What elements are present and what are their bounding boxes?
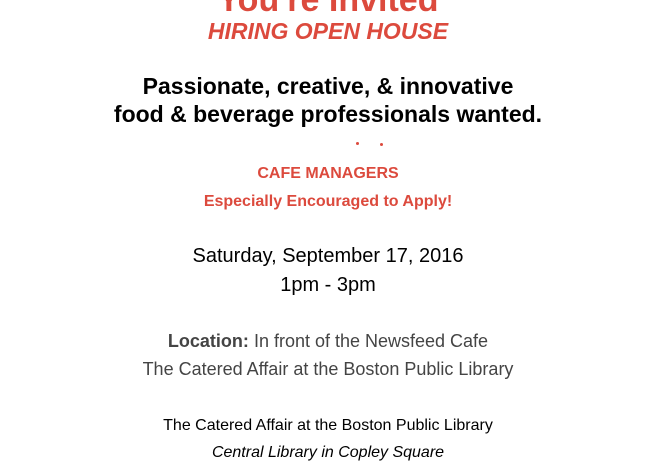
venue-name: The Catered Affair at the Boston Public …	[163, 417, 493, 434]
location-value: In front of the Newsfeed Cafe	[253, 331, 489, 351]
event-time: 1pm - 3pm	[280, 274, 376, 296]
location-line: Location: In front of the Newsfeed Cafe	[0, 332, 656, 350]
tagline-line-2: food & beverage professionals wanted.	[113, 101, 543, 127]
decorative-dot	[380, 143, 383, 146]
invite-title: You're Invited	[217, 0, 439, 19]
tagline-line-1: Passionate, creative, & innovative	[142, 73, 514, 99]
location-line-2: The Catered Affair at the Boston Public …	[142, 359, 514, 379]
decorative-dot	[356, 142, 359, 145]
location-label: Location:	[167, 331, 249, 351]
role-note: Especially Encouraged to Apply!	[203, 193, 453, 210]
event-subtitle: HIRING OPEN HOUSE	[207, 18, 449, 44]
event-date: Saturday, September 17, 2016	[192, 245, 464, 267]
venue-subtitle: Central Library in Copley Square	[211, 444, 445, 461]
role-heading: CAFE MANAGERS	[257, 165, 399, 182]
